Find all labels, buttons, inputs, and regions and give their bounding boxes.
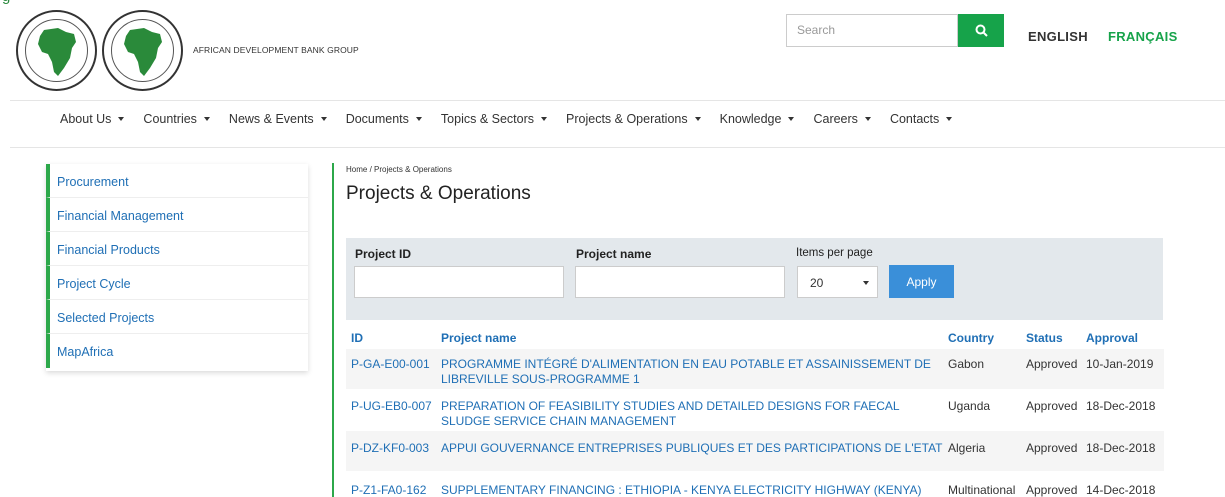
cut-off-text: g	[2, 0, 10, 5]
sidebar-item-project-cycle[interactable]: Project Cycle	[46, 266, 308, 300]
nav-news-events[interactable]: News & Events	[229, 111, 327, 127]
logo[interactable]: AFRICAN DEVELOPMENT BANK GROUP	[16, 7, 359, 91]
nav-contacts[interactable]: Contacts	[890, 111, 953, 127]
table-row: P-GA-E00-001 PROGRAMME INTÉGRÉ D'ALIMENT…	[346, 349, 1164, 389]
row-name[interactable]: PROGRAMME INTÉGRÉ D'ALIMENTATION EN EAU …	[441, 357, 946, 387]
table-row: P-UG-EB0-007 PREPARATION OF FEASIBILITY …	[346, 390, 1164, 430]
project-id-label: Project ID	[355, 247, 412, 261]
project-id-input[interactable]	[354, 266, 564, 298]
nav-documents[interactable]: Documents	[346, 111, 422, 127]
sidebar-item-selected-projects[interactable]: Selected Projects	[46, 300, 308, 334]
table-row: P-Z1-FA0-162 SUPPLEMENTARY FINANCING : E…	[346, 472, 1164, 497]
project-name-input[interactable]	[575, 266, 785, 298]
africa-map-icon	[124, 28, 162, 76]
row-status: Approved	[1026, 441, 1078, 455]
caret-down-icon	[863, 281, 869, 285]
sidebar-item-financial-products[interactable]: Financial Products	[46, 232, 308, 266]
nav-countries[interactable]: Countries	[143, 111, 210, 127]
search-input[interactable]: Search	[786, 14, 958, 47]
header-id[interactable]: ID	[351, 331, 363, 345]
top-strip: g	[0, 0, 1225, 6]
nav-border-bottom	[10, 147, 1225, 148]
caret-down-icon	[118, 117, 125, 121]
row-country: Algeria	[948, 441, 986, 455]
content-divider	[332, 163, 334, 497]
nav-careers[interactable]: Careers	[813, 111, 871, 127]
caret-down-icon	[946, 117, 953, 121]
caret-down-icon	[541, 117, 548, 121]
items-per-page-select[interactable]: 20	[797, 266, 878, 298]
row-id[interactable]: P-UG-EB0-007	[351, 399, 432, 413]
row-status: Approved	[1026, 399, 1078, 413]
row-name[interactable]: APPUI GOUVERNANCE ENTREPRISES PUBLIQUES …	[441, 441, 946, 456]
row-country: Uganda	[948, 399, 991, 413]
row-id[interactable]: P-GA-E00-001	[351, 357, 430, 371]
row-name[interactable]: PREPARATION OF FEASIBILITY STUDIES AND D…	[441, 399, 946, 429]
header-status[interactable]: Status	[1026, 331, 1063, 345]
header-country[interactable]: Country	[948, 331, 994, 345]
row-approval: 14-Dec-2018	[1086, 483, 1156, 497]
sidebar-item-financial-management[interactable]: Financial Management	[46, 198, 308, 232]
nav-projects-operations[interactable]: Projects & Operations	[566, 111, 701, 127]
language-french[interactable]: FRANÇAIS	[1108, 29, 1178, 44]
search-icon	[975, 24, 988, 37]
caret-down-icon	[694, 117, 701, 121]
row-approval: 18-Dec-2018	[1086, 441, 1156, 455]
caret-down-icon	[864, 117, 871, 121]
emblem-afdb-icon	[16, 10, 97, 91]
caret-down-icon	[203, 117, 210, 121]
sidebar: Procurement Financial Management Financi…	[46, 164, 308, 371]
sidebar-item-mapafrica[interactable]: MapAfrica	[46, 334, 308, 368]
items-per-page-label: Items per page	[796, 247, 873, 259]
header-project-name[interactable]: Project name	[441, 331, 516, 345]
row-status: Approved	[1026, 483, 1078, 497]
nav-border-top	[10, 100, 1225, 101]
row-approval: 18-Dec-2018	[1086, 399, 1156, 413]
main-nav: About Us Countries News & Events Documen…	[60, 111, 971, 127]
filter-panel: Project ID Project name Items per page 2…	[346, 238, 1163, 320]
project-name-label: Project name	[576, 247, 652, 261]
table-row: P-DZ-KF0-003 APPUI GOUVERNANCE ENTREPRIS…	[346, 431, 1164, 471]
apply-button[interactable]: Apply	[889, 265, 954, 298]
row-country: Gabon	[948, 357, 985, 371]
nav-about-us[interactable]: About Us	[60, 111, 125, 127]
page-title: Projects & Operations	[346, 183, 531, 204]
row-id[interactable]: P-Z1-FA0-162	[351, 483, 426, 497]
row-approval: 10-Jan-2019	[1086, 357, 1154, 371]
row-name[interactable]: SUPPLEMENTARY FINANCING : ETHIOPIA - KEN…	[441, 483, 946, 497]
row-country: Multinational	[948, 483, 1016, 497]
row-status: Approved	[1026, 357, 1078, 371]
nav-topics-sectors[interactable]: Topics & Sectors	[441, 111, 548, 127]
header-approval[interactable]: Approval	[1086, 331, 1138, 345]
bank-name: AFRICAN DEVELOPMENT BANK GROUP	[193, 45, 359, 55]
search-button[interactable]	[958, 14, 1004, 47]
caret-down-icon	[415, 117, 422, 121]
nav-knowledge[interactable]: Knowledge	[720, 111, 795, 127]
caret-down-icon	[320, 117, 327, 121]
language-english[interactable]: ENGLISH	[1028, 29, 1088, 44]
sidebar-item-procurement[interactable]: Procurement	[46, 164, 308, 198]
africa-map-icon	[38, 28, 76, 76]
breadcrumb[interactable]: Home / Projects & Operations	[346, 165, 452, 174]
row-id[interactable]: P-DZ-KF0-003	[351, 441, 429, 455]
caret-down-icon	[788, 117, 795, 121]
emblem-adf-icon	[102, 10, 183, 91]
